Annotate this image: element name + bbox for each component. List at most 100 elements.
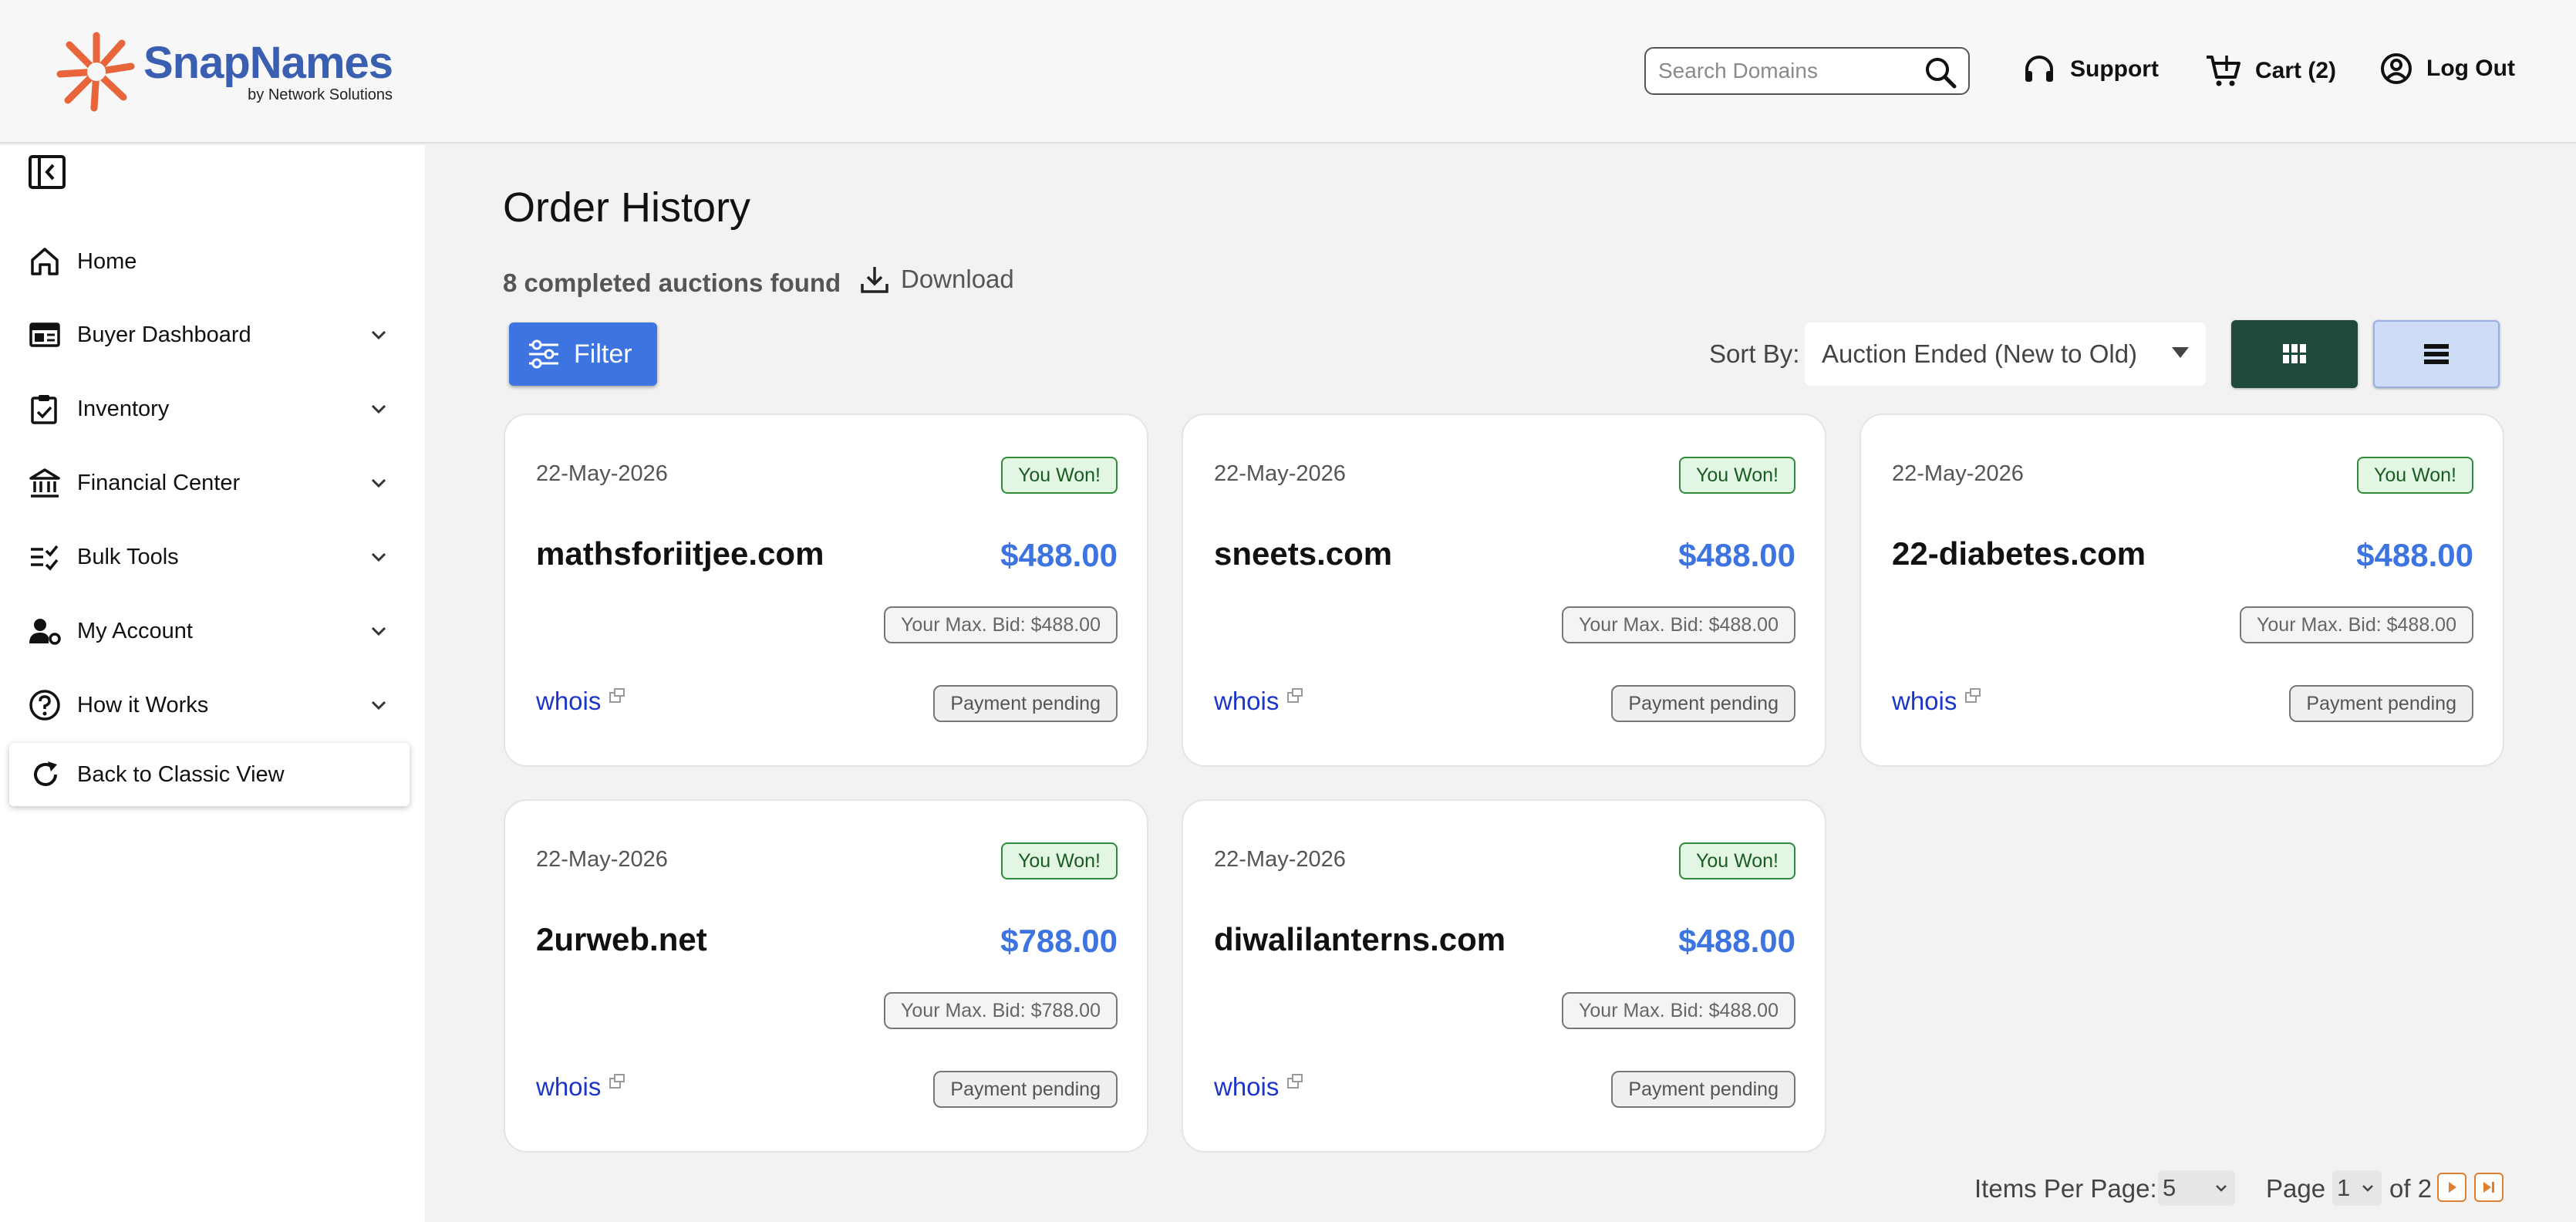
logout-link[interactable]: Log Out bbox=[2380, 52, 2515, 85]
price: $488.00 bbox=[1678, 537, 1795, 573]
sidebar-item-my-account[interactable]: My Account bbox=[0, 600, 425, 662]
list-view-button[interactable] bbox=[2373, 320, 2500, 388]
domain-name: 22-diabetes.com bbox=[1892, 535, 2146, 572]
last-page-button[interactable] bbox=[2474, 1173, 2504, 1202]
chevron-down-icon bbox=[371, 700, 386, 711]
whois-label: whois bbox=[536, 1072, 602, 1101]
refresh-icon bbox=[34, 761, 57, 786]
won-badge: You Won! bbox=[1000, 457, 1118, 494]
search-icon[interactable] bbox=[1924, 56, 1957, 89]
won-badge: You Won! bbox=[1678, 842, 1795, 879]
chevron-down-icon bbox=[371, 404, 386, 414]
next-page-button[interactable] bbox=[2437, 1173, 2466, 1202]
auction-date: 22-May-2026 bbox=[536, 461, 668, 486]
max-bid-badge: Your Max. Bid: $488.00 bbox=[1562, 992, 1795, 1029]
domain-name: mathsforiitjee.com bbox=[536, 535, 824, 572]
external-link-icon bbox=[609, 688, 625, 703]
max-bid-badge: Your Max. Bid: $488.00 bbox=[884, 606, 1118, 643]
items-per-page-value: 5 bbox=[2163, 1174, 2176, 1201]
sidebar-item-bulk-tools[interactable]: Bulk Tools bbox=[0, 526, 425, 588]
sidebar-item-home[interactable]: Home bbox=[0, 231, 425, 292]
domain-name: sneets.com bbox=[1214, 535, 1393, 572]
sort-value: Auction Ended (New to Old) bbox=[1822, 339, 2138, 368]
payment-status-badge: Payment pending bbox=[933, 1071, 1118, 1108]
price: $788.00 bbox=[1000, 923, 1118, 959]
won-badge: You Won! bbox=[1000, 842, 1118, 879]
auction-date: 22-May-2026 bbox=[1214, 461, 1346, 486]
page-total: of 2 bbox=[2389, 1174, 2433, 1203]
max-bid-badge: Your Max. Bid: $788.00 bbox=[884, 992, 1118, 1029]
grid-icon bbox=[2283, 344, 2306, 363]
help-icon bbox=[29, 690, 60, 721]
sidebar-item-buyer-dashboard[interactable]: Buyer Dashboard bbox=[0, 304, 425, 366]
sidebar-item-inventory[interactable]: Inventory bbox=[0, 378, 425, 440]
chevron-down-icon bbox=[2362, 1185, 2373, 1192]
sidebar-item-label: Home bbox=[77, 248, 137, 274]
chevron-down-icon bbox=[371, 330, 386, 340]
page-label: Page bbox=[2266, 1174, 2326, 1203]
whois-link[interactable]: whois bbox=[536, 687, 625, 716]
whois-label: whois bbox=[1214, 687, 1280, 715]
price: $488.00 bbox=[1000, 537, 1118, 573]
headset-icon bbox=[2025, 56, 2053, 82]
won-badge: You Won! bbox=[2356, 457, 2473, 494]
auction-date: 22-May-2026 bbox=[536, 847, 668, 872]
snapnames-logo[interactable]: SnapNames by Network Solutions bbox=[54, 29, 393, 114]
sidebar: Home Buyer Dashboard Inventory Financial… bbox=[0, 145, 425, 1222]
filter-button[interactable]: Filter bbox=[509, 322, 657, 386]
filter-label: Filter bbox=[574, 339, 632, 369]
page-select[interactable]: 1 bbox=[2332, 1170, 2382, 1206]
whois-label: whois bbox=[1892, 687, 1957, 715]
items-per-page-label: Items Per Page: bbox=[1974, 1174, 2157, 1203]
auction-card: 22-May-2026 You Won! 22-diabetes.com $48… bbox=[1860, 414, 2504, 767]
whois-link[interactable]: whois bbox=[536, 1072, 625, 1102]
chevron-down-icon bbox=[371, 626, 386, 636]
payment-status-badge: Payment pending bbox=[2289, 685, 2473, 722]
clipboard-icon bbox=[31, 395, 57, 424]
whois-link[interactable]: whois bbox=[1892, 687, 1981, 716]
sidebar-item-label: Buyer Dashboard bbox=[77, 322, 251, 347]
domain-search-box bbox=[1644, 47, 1970, 95]
chevron-down-icon bbox=[371, 552, 386, 562]
sort-label: Sort By: bbox=[1709, 339, 1800, 368]
download-button[interactable]: Download bbox=[859, 264, 1014, 295]
sidebar-item-label: Inventory bbox=[77, 396, 170, 421]
page-value: 1 bbox=[2337, 1174, 2351, 1201]
whois-link[interactable]: whois bbox=[1214, 1072, 1303, 1102]
back-to-classic-view-button[interactable]: Back to Classic View bbox=[9, 743, 410, 806]
user-gear-icon bbox=[29, 619, 61, 645]
price: $488.00 bbox=[2356, 537, 2473, 573]
sort-select[interactable]: Auction Ended (New to Old) bbox=[1805, 322, 2206, 386]
domain-name: 2urweb.net bbox=[536, 921, 707, 957]
items-per-page-select[interactable]: 5 bbox=[2158, 1170, 2235, 1206]
page-title: Order History bbox=[503, 184, 751, 231]
search-input[interactable] bbox=[1658, 59, 1913, 83]
collapse-sidebar-icon[interactable] bbox=[28, 154, 66, 190]
grid-view-button[interactable] bbox=[2231, 320, 2358, 388]
chevron-down-icon bbox=[371, 478, 386, 488]
auction-card: 22-May-2026 You Won! sneets.com $488.00 … bbox=[1182, 414, 1826, 767]
logo-starburst-icon bbox=[56, 32, 135, 112]
external-link-icon bbox=[609, 1074, 625, 1089]
external-link-icon bbox=[1287, 1074, 1303, 1089]
download-label: Download bbox=[901, 265, 1014, 293]
last-page-icon bbox=[2483, 1182, 2494, 1193]
logo-subtitle: by Network Solutions bbox=[248, 86, 393, 103]
home-icon bbox=[31, 248, 59, 275]
payment-status-badge: Payment pending bbox=[1611, 685, 1795, 722]
support-link[interactable]: Support bbox=[2022, 52, 2159, 86]
sidebar-item-how-it-works[interactable]: How it Works bbox=[0, 674, 425, 736]
cart-label: Cart (2) bbox=[2255, 58, 2337, 83]
auction-date: 22-May-2026 bbox=[1892, 461, 2024, 486]
bank-icon bbox=[29, 468, 60, 498]
cart-link[interactable]: Cart (2) bbox=[2204, 52, 2336, 89]
checklist-icon bbox=[31, 545, 59, 571]
auction-date: 22-May-2026 bbox=[1214, 847, 1346, 872]
results-count: 8 completed auctions found bbox=[503, 268, 841, 297]
user-circle-icon bbox=[2381, 53, 2412, 84]
auction-card: 22-May-2026 You Won! mathsforiitjee.com … bbox=[504, 414, 1148, 767]
whois-link[interactable]: whois bbox=[1214, 687, 1303, 716]
sidebar-item-financial-center[interactable]: Financial Center bbox=[0, 452, 425, 514]
sliders-icon bbox=[529, 339, 558, 369]
whois-label: whois bbox=[1214, 1072, 1280, 1101]
